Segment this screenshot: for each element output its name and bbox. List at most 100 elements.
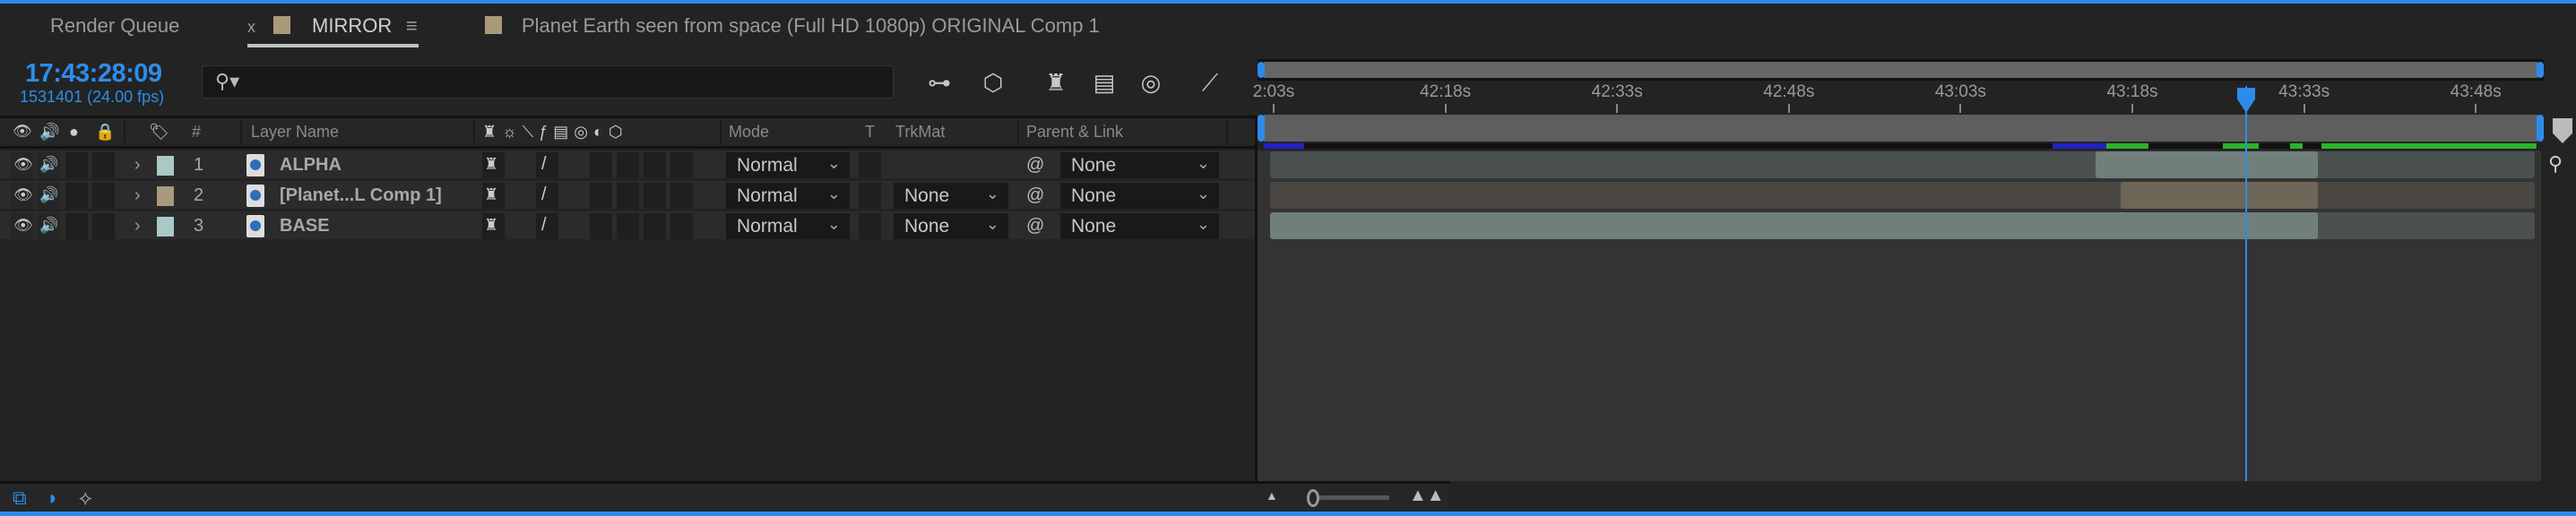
- pick-whip-icon[interactable]: @: [1026, 216, 1044, 236]
- quality-switch-icon[interactable]: /: [536, 213, 558, 239]
- zoom-out-icon[interactable]: ▲: [1266, 488, 1278, 503]
- draft-3d-icon[interactable]: ⬡: [977, 68, 1009, 97]
- zoom-slider-handle[interactable]: [1307, 489, 1319, 507]
- in-out-duration-toggle-icon[interactable]: ⟡: [79, 486, 92, 510]
- blend-mode-dropdown[interactable]: Normal ⌄: [726, 213, 850, 239]
- audio-toggle-icon[interactable]: 🔊: [38, 152, 60, 178]
- label-color-swatch[interactable]: [157, 186, 174, 206]
- pick-whip-icon[interactable]: @: [1026, 185, 1044, 206]
- expand-arrow-icon[interactable]: ›: [134, 216, 141, 236]
- current-time-display[interactable]: 17:43:28:09: [25, 59, 162, 89]
- blend-mode-dropdown[interactable]: Normal ⌄: [726, 183, 850, 209]
- 3d-layer-switch[interactable]: [670, 213, 693, 239]
- label-color-swatch[interactable]: [157, 217, 174, 236]
- solo-toggle[interactable]: [65, 152, 88, 178]
- composition-flowchart-icon[interactable]: ⊶: [923, 68, 955, 97]
- track-matte-dropdown[interactable]: None ⌄: [894, 213, 1008, 239]
- expand-arrow-icon[interactable]: ›: [134, 155, 141, 176]
- expand-arrow-icon[interactable]: ›: [134, 185, 141, 206]
- shy-switch-icon[interactable]: ♜: [482, 183, 505, 209]
- preserve-transparency-toggle[interactable]: [859, 183, 881, 209]
- layer-search-input[interactable]: ⚲▾: [202, 65, 894, 99]
- zoom-in-icon[interactable]: ▲▲: [1409, 486, 1445, 506]
- label-color-swatch[interactable]: [157, 156, 174, 176]
- lock-toggle[interactable]: [92, 152, 115, 178]
- current-time-indicator-head[interactable]: [2237, 88, 2255, 113]
- audio-toggle-icon[interactable]: 🔊: [38, 183, 60, 209]
- mode-header[interactable]: Mode: [729, 123, 769, 142]
- parent-dropdown[interactable]: None ⌄: [1060, 213, 1219, 239]
- motion-blur-switch[interactable]: [644, 183, 666, 209]
- solo-toggle[interactable]: [65, 213, 88, 239]
- layer-name[interactable]: BASE: [280, 216, 330, 236]
- motion-blur-switch[interactable]: [644, 213, 666, 239]
- parent-dropdown[interactable]: None ⌄: [1060, 183, 1219, 209]
- blend-mode-dropdown[interactable]: Normal ⌄: [726, 152, 850, 178]
- video-toggle-eye-icon[interactable]: 👁: [11, 152, 33, 178]
- work-area-start-handle[interactable]: [1258, 115, 1265, 142]
- t-header[interactable]: T: [865, 123, 875, 142]
- solo-header-icon[interactable]: ●: [69, 123, 79, 142]
- frame-blend-switch[interactable]: [617, 213, 639, 239]
- work-area-end-handle[interactable]: [2537, 115, 2544, 142]
- lock-toggle[interactable]: [92, 213, 115, 239]
- layer-name-header[interactable]: Layer Name: [251, 123, 339, 142]
- preserve-transparency-toggle[interactable]: [859, 213, 881, 239]
- tab-render-queue[interactable]: Render Queue: [50, 14, 179, 38]
- layer-switches-toggle-icon[interactable]: ⧉: [13, 486, 27, 510]
- close-tab-icon[interactable]: x: [247, 18, 255, 37]
- tab-planet-earth-comp[interactable]: Planet Earth seen from space (Full HD 10…: [522, 14, 1100, 38]
- work-area-bar[interactable]: [1264, 115, 2537, 142]
- preserve-transparency-toggle[interactable]: [859, 152, 881, 178]
- 3d-layer-switch[interactable]: [670, 183, 693, 209]
- parent-link-header[interactable]: Parent & Link: [1026, 123, 1123, 142]
- layer-name[interactable]: ALPHA: [280, 155, 341, 176]
- lock-toggle[interactable]: [92, 183, 115, 209]
- layer-number-header[interactable]: #: [192, 123, 201, 142]
- comp-marker-bin-icon[interactable]: [2553, 118, 2572, 143]
- video-toggle-eye-icon[interactable]: 👁: [11, 213, 33, 239]
- layer-row[interactable]: 👁 🔊 › 3 BASE ♜ / Normal ⌄ None ⌄ @ None ⌄: [0, 211, 1255, 241]
- quality-switch-icon[interactable]: /: [536, 152, 558, 178]
- quality-switch-icon[interactable]: /: [536, 183, 558, 209]
- transfer-controls-toggle-icon[interactable]: ◑: [45, 486, 56, 510]
- pick-whip-icon[interactable]: @: [1026, 155, 1044, 176]
- graph-editor-icon[interactable]: ⟋: [1194, 68, 1226, 97]
- motion-blur-switch[interactable]: [644, 152, 666, 178]
- label-header-icon[interactable]: 🏷: [149, 123, 169, 142]
- tab-menu-icon[interactable]: ≡: [406, 14, 418, 38]
- current-time-indicator-line[interactable]: [2245, 86, 2247, 481]
- video-toggle-header-icon[interactable]: 👁: [13, 123, 32, 141]
- frame-blending-icon[interactable]: ▤: [1088, 68, 1120, 97]
- audio-toggle-icon[interactable]: 🔊: [38, 213, 60, 239]
- 3d-layer-switch[interactable]: [670, 152, 693, 178]
- effects-switch[interactable]: [590, 152, 612, 178]
- frame-blend-switch[interactable]: [617, 183, 639, 209]
- parent-dropdown[interactable]: None ⌄: [1060, 152, 1219, 178]
- audio-header-icon[interactable]: 🔊: [39, 123, 59, 142]
- video-toggle-eye-icon[interactable]: 👁: [11, 183, 33, 209]
- layer-bar-alpha-active[interactable]: [2096, 151, 2318, 178]
- frame-blend-switch[interactable]: [617, 152, 639, 178]
- shy-switch-icon[interactable]: ♜: [482, 213, 505, 239]
- navigator-start-handle[interactable]: [1258, 62, 1265, 78]
- effects-switch[interactable]: [590, 183, 612, 209]
- layer-row[interactable]: 👁 🔊 › 2 [Planet...L Comp 1] ♜ / Normal ⌄ …: [0, 181, 1255, 211]
- lock-header-icon[interactable]: 🔒: [95, 123, 115, 142]
- tab-mirror[interactable]: MIRROR: [312, 14, 392, 38]
- layer-bar-alpha[interactable]: [1270, 151, 2535, 178]
- effects-switch[interactable]: [590, 213, 612, 239]
- zoom-slider-track[interactable]: [1319, 495, 1389, 500]
- layer-bar-planet-comp-active[interactable]: [2121, 182, 2318, 209]
- comp-button-icon[interactable]: ⚲: [2548, 152, 2563, 176]
- navigator-end-handle[interactable]: [2537, 62, 2544, 78]
- trkmat-header[interactable]: TrkMat: [895, 123, 945, 142]
- motion-blur-icon[interactable]: ◎: [1135, 68, 1167, 97]
- layer-name[interactable]: [Planet...L Comp 1]: [280, 185, 442, 206]
- layer-bar-planet-comp[interactable]: [1270, 182, 2535, 209]
- layer-row[interactable]: 👁 🔊 › 1 ALPHA ♜ / Normal ⌄ @ None ⌄: [0, 150, 1255, 180]
- hide-shy-layers-icon[interactable]: ♜: [1040, 68, 1072, 97]
- shy-switch-icon[interactable]: ♜: [482, 152, 505, 178]
- solo-toggle[interactable]: [65, 183, 88, 209]
- time-navigator-range[interactable]: [1264, 62, 2537, 78]
